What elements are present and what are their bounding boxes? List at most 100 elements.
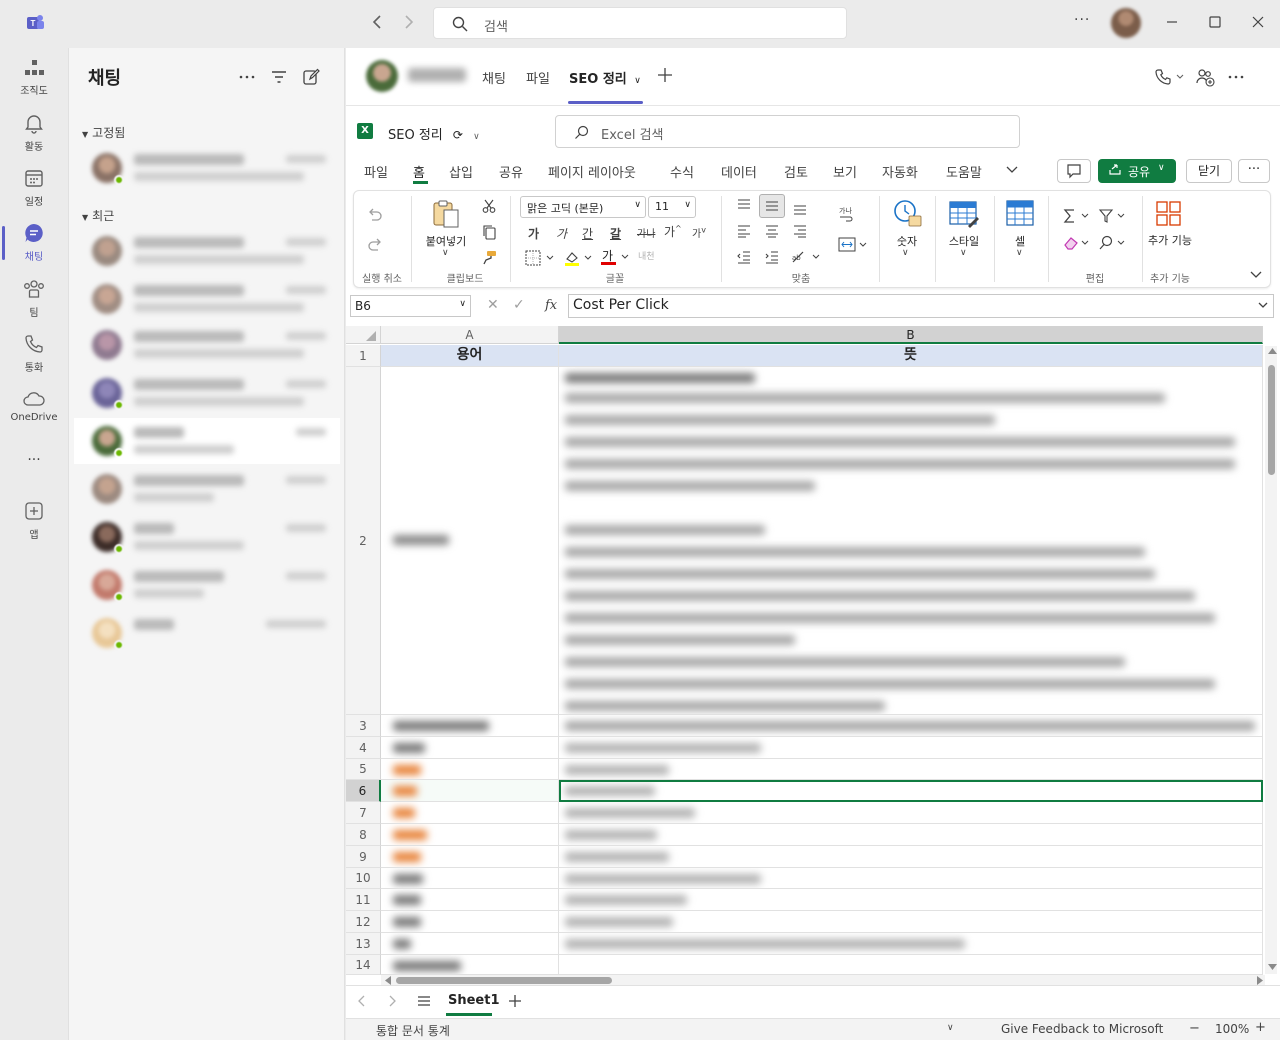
all-sheets-icon[interactable] [416,994,432,1008]
document-title[interactable]: SEO 정리 ⟳ ∨ [388,124,480,143]
cell-b14[interactable] [559,955,1263,975]
workbook-stats[interactable]: 통합 문서 통계 [376,1022,450,1039]
formula-input[interactable]: Cost Per Click [568,294,1274,318]
sheet-next-icon[interactable] [386,994,398,1008]
sheet-prev-icon[interactable] [356,994,368,1008]
horizontal-scroll-thumb[interactable] [396,977,612,984]
font-color-icon[interactable]: 가 [600,248,632,266]
row-header[interactable]: 10 [346,868,381,889]
cell-b2[interactable] [559,367,1263,715]
section-pinned[interactable]: ▼ 고정됨 [82,124,125,141]
clear-icon[interactable] [1062,234,1092,252]
number-format-icon[interactable] [892,198,924,230]
rail-more-icon[interactable]: ··· [0,452,68,468]
expand-formula-icon[interactable] [1257,299,1269,311]
cut-icon[interactable] [481,198,497,214]
increase-indent-icon[interactable] [764,250,780,264]
minimize-icon[interactable] [1162,12,1182,32]
add-ins-label[interactable]: 추가 기능 [1148,233,1192,248]
maximize-icon[interactable] [1205,12,1225,32]
rail-item-activity[interactable]: 활동 [0,112,68,153]
merge-center-icon[interactable] [838,236,868,254]
decrease-indent-icon[interactable] [736,250,752,264]
add-sheet-icon[interactable] [507,993,523,1009]
vertical-scroll-thumb[interactable] [1268,365,1275,475]
ribbon-tab-page-layout[interactable]: 페이지 레이아웃 [548,162,636,181]
sheet-tab-active[interactable]: Sheet1 [448,993,500,1008]
cell-b11[interactable] [559,889,1263,911]
cell-a14[interactable] [381,955,559,975]
chevron-down-icon[interactable]: ∨ [902,248,909,258]
row-header-selected[interactable]: 6 [346,780,381,802]
cell-a6[interactable] [381,780,559,802]
more-options-icon[interactable] [238,68,256,86]
comment-button[interactable] [1057,159,1091,183]
align-center-icon[interactable] [764,224,780,238]
cell-a9[interactable] [381,846,559,868]
call-phone-icon[interactable] [1155,68,1185,86]
filter-icon[interactable] [270,68,288,86]
fill-color-icon[interactable] [563,249,595,267]
rail-item-chat[interactable]: 채팅 [0,222,68,263]
cell-b1[interactable]: 뜻 [559,345,1263,367]
autosum-icon[interactable] [1062,207,1092,225]
add-people-icon[interactable] [1195,67,1215,87]
add-tab-icon[interactable] [656,66,674,84]
tab-seo[interactable]: SEO 정리 ∨ [569,68,641,87]
decrease-font-icon[interactable]: 가v [692,225,706,240]
chat-list-item[interactable] [74,514,340,560]
sort-filter-icon[interactable] [1098,207,1128,225]
zoom-level[interactable]: 100% [1215,1022,1249,1036]
chevron-down-icon[interactable]: ∨ [1016,248,1023,258]
search-input[interactable]: 검색 [433,7,847,39]
cell-b10[interactable] [559,868,1263,889]
ribbon-tabs-overflow-icon[interactable] [1005,163,1019,177]
copy-icon[interactable] [481,224,497,240]
cell-label[interactable]: 셀 [1006,233,1034,249]
rail-item-teams[interactable]: 팀 [0,278,68,319]
zoom-in-icon[interactable]: + [1255,1020,1266,1035]
new-chat-icon[interactable] [302,68,320,86]
row-header[interactable]: 9 [346,846,381,868]
ribbon-tab-formulas[interactable]: 수식 [670,162,694,181]
close-button[interactable]: 닫기 [1186,159,1232,183]
chat-list-item[interactable] [74,562,340,608]
chat-list-item[interactable] [74,276,340,322]
row-header[interactable]: 7 [346,802,381,824]
cell-a2[interactable] [381,367,559,715]
cell-b7[interactable] [559,802,1263,824]
row-header[interactable]: 11 [346,889,381,911]
cell-a12[interactable] [381,911,559,933]
contact-name-blurred[interactable] [408,68,466,82]
forward-arrow-icon[interactable] [402,12,422,34]
share-button[interactable]: 공유 ∨ [1098,159,1176,183]
bold-icon[interactable]: 가 [528,225,539,242]
paste-label[interactable]: 붙여넣기 [420,233,472,249]
paste-icon[interactable] [430,198,462,230]
chevron-down-icon[interactable]: ∨ [442,248,449,258]
increase-font-icon[interactable]: 가^ [664,223,682,240]
function-icon[interactable]: fx [545,298,557,313]
back-arrow-icon[interactable] [370,12,390,34]
align-bottom-icon[interactable] [792,202,808,216]
row-header[interactable]: 5 [346,759,381,780]
align-right-icon[interactable] [792,224,808,238]
cell-a11[interactable] [381,889,559,911]
font-name-select[interactable]: 맑은 고딕 (본문) ∨ [520,196,646,218]
feedback-link[interactable]: Give Feedback to Microsoft [1001,1022,1163,1036]
ribbon-tab-share[interactable]: 공유 [499,162,523,181]
styles-icon[interactable] [948,198,980,230]
rail-item-calls[interactable]: 통화 [0,333,68,374]
wrap-text-icon[interactable]: 가나 [838,205,856,223]
font-size-select[interactable]: 11 ∨ [648,196,696,218]
ribbon-tab-home[interactable]: 홈 [413,162,425,181]
ribbon-tab-view[interactable]: 보기 [833,162,857,181]
rail-item-org-chart[interactable]: 조직도 [0,58,68,97]
row-header[interactable]: 12 [346,911,381,933]
ribbon-collapse-icon[interactable] [1249,269,1263,281]
chat-list-item-selected[interactable] [74,418,340,464]
cell-b4[interactable] [559,737,1263,759]
ribbon-tab-review[interactable]: 검토 [784,162,808,181]
chat-list-item[interactable] [74,322,340,368]
add-ins-icon[interactable] [1155,200,1183,228]
